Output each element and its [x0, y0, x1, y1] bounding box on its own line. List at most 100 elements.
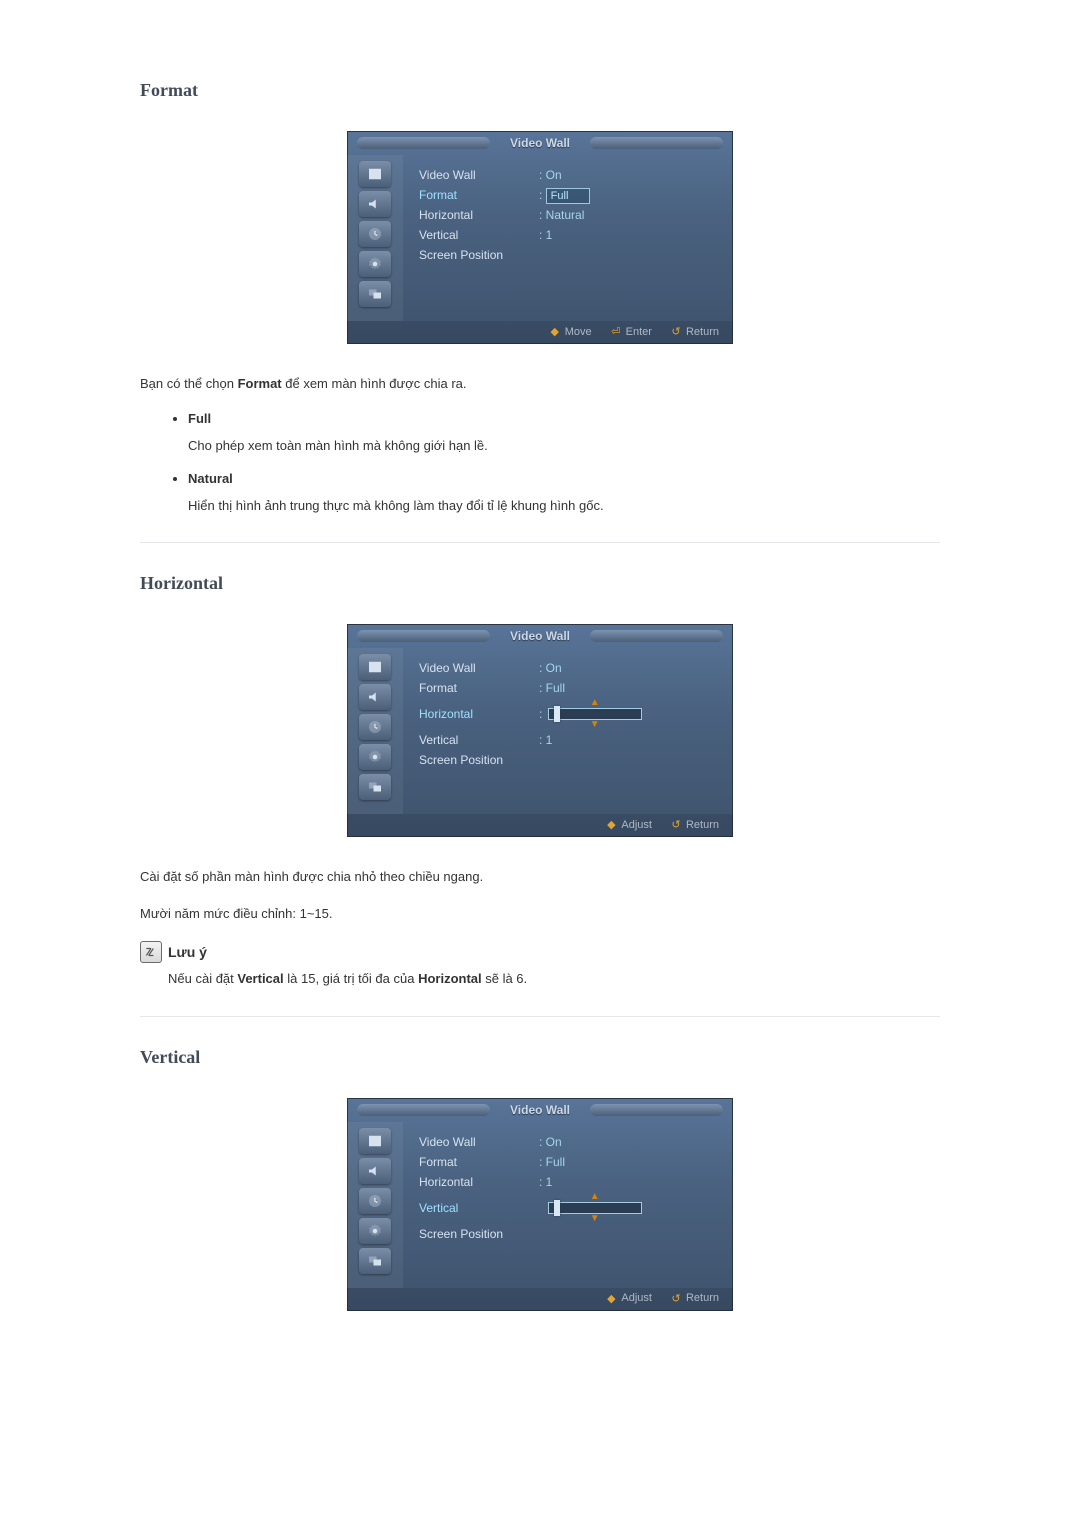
osd-header: Video Wall	[347, 1098, 733, 1122]
sound-icon[interactable]	[359, 684, 391, 710]
osd-label: Video Wall	[419, 658, 539, 678]
option-full-desc: Cho phép xem toàn màn hình mà không giới…	[188, 436, 940, 457]
osd-slider[interactable]	[548, 708, 642, 720]
heading-horizontal: Horizontal	[140, 573, 940, 594]
osd-row-format[interactable]: Format : Full	[419, 185, 717, 205]
osd-row-vertical[interactable]: Vertical : 1	[419, 225, 717, 245]
gear-icon[interactable]	[359, 744, 391, 770]
osd-row-screen-position[interactable]: Screen Position	[419, 750, 717, 770]
horizontal-desc1: Cài đặt số phần màn hình được chia nhỏ t…	[140, 867, 940, 888]
osd-panel-format: Video Wall Video Wall : On	[347, 131, 733, 344]
enter-icon: ⏎	[610, 325, 622, 338]
osd-label: Video Wall	[419, 1132, 539, 1152]
clock-icon[interactable]	[359, 714, 391, 740]
osd-footer: ◆Move ⏎Enter ↺Return	[347, 321, 733, 344]
return-icon: ↺	[670, 325, 682, 338]
osd-label: Video Wall	[419, 165, 539, 185]
horizontal-desc2: Mười năm mức điều chỉnh: 1~15.	[140, 904, 940, 925]
arrow-up-icon: ▲	[590, 1192, 600, 1202]
sound-icon[interactable]	[359, 1158, 391, 1184]
list-item: Full Cho phép xem toàn màn hình mà không…	[188, 411, 940, 457]
osd-row-horizontal[interactable]: Horizontal : ▲ ▼	[419, 698, 717, 730]
return-icon: ↺	[670, 1292, 682, 1305]
heading-vertical: Vertical	[140, 1047, 940, 1068]
osd-row-horizontal[interactable]: Horizontal : Natural	[419, 205, 717, 225]
clock-icon[interactable]	[359, 221, 391, 247]
osd-row-format[interactable]: Format : Full	[419, 678, 717, 698]
osd-header-bar-left	[357, 1104, 490, 1116]
clock-icon[interactable]	[359, 1188, 391, 1214]
move-icon: ◆	[549, 325, 561, 338]
hint-return: ↺Return	[670, 818, 719, 831]
osd-header-bar-left	[357, 137, 490, 149]
note-label: Lưu ý	[168, 944, 207, 960]
osd-footer: ◆Adjust ↺Return	[347, 1288, 733, 1311]
osd-value: : 1	[539, 730, 552, 750]
osd-row-video-wall[interactable]: Video Wall : On	[419, 165, 717, 185]
osd-value: : Full	[539, 185, 590, 205]
return-icon: ↺	[670, 818, 682, 831]
gear-icon[interactable]	[359, 251, 391, 277]
slider-knob[interactable]	[554, 706, 560, 722]
hint-return: ↺Return	[670, 325, 719, 338]
gear-icon[interactable]	[359, 1218, 391, 1244]
osd-label: Format	[419, 678, 539, 698]
osd-row-video-wall[interactable]: Video Wall : On	[419, 658, 717, 678]
osd-value: : On	[539, 165, 562, 185]
osd-sidebar	[347, 648, 403, 814]
osd-row-vertical[interactable]: Vertical : 1	[419, 730, 717, 750]
adjust-icon: ◆	[605, 1292, 617, 1305]
section-horizontal: Horizontal Video Wall Video Wall	[140, 573, 940, 989]
osd-label: Format	[419, 1152, 539, 1172]
multi-icon[interactable]	[359, 774, 391, 800]
arrow-down-icon: ▼	[590, 720, 600, 730]
osd-title: Video Wall	[494, 1103, 586, 1117]
hint-return: ↺Return	[670, 1292, 719, 1305]
osd-value: : On	[539, 1132, 562, 1152]
osd-value: : 1	[539, 225, 552, 245]
osd-label: Vertical	[419, 730, 539, 750]
slider-knob[interactable]	[554, 1200, 560, 1216]
osd-label: Vertical	[419, 225, 539, 245]
osd-row-horizontal[interactable]: Horizontal : 1	[419, 1172, 717, 1192]
format-intro: Bạn có thể chọn Format để xem màn hình đ…	[140, 374, 940, 395]
picture-icon[interactable]	[359, 654, 391, 680]
note-icon	[140, 941, 162, 963]
osd-panel-vertical: Video Wall Video Wall : On	[347, 1098, 733, 1311]
osd-row-format[interactable]: Format : Full	[419, 1152, 717, 1172]
osd-content: Video Wall : On Format : Full Horizontal…	[403, 155, 733, 321]
arrow-up-icon: ▲	[590, 698, 600, 708]
note-header: Lưu ý	[140, 941, 940, 963]
heading-format: Format	[140, 80, 940, 101]
section-format: Format Video Wall Video Wall :	[140, 80, 940, 516]
hint-enter: ⏎Enter	[610, 325, 652, 338]
sound-icon[interactable]	[359, 191, 391, 217]
osd-sidebar	[347, 1122, 403, 1288]
multi-icon[interactable]	[359, 281, 391, 307]
osd-row-vertical[interactable]: Vertical ▲ ▼	[419, 1192, 717, 1224]
osd-header: Video Wall	[347, 624, 733, 648]
osd-label: Horizontal	[419, 704, 539, 724]
osd-row-video-wall[interactable]: Video Wall : On	[419, 1132, 717, 1152]
picture-icon[interactable]	[359, 1128, 391, 1154]
osd-content: Video Wall : On Format : Full Horizontal…	[403, 648, 733, 814]
osd-row-screen-position[interactable]: Screen Position	[419, 245, 717, 265]
osd-value: : On	[539, 658, 562, 678]
picture-icon[interactable]	[359, 161, 391, 187]
osd-title: Video Wall	[494, 629, 586, 643]
multi-icon[interactable]	[359, 1248, 391, 1274]
osd-label: Horizontal	[419, 1172, 539, 1192]
arrow-down-icon: ▼	[590, 1214, 600, 1224]
osd-content: Video Wall : On Format : Full Horizontal…	[403, 1122, 733, 1288]
osd-value: : ▲ ▼	[539, 698, 642, 730]
osd-slider[interactable]	[548, 1202, 642, 1214]
osd-label: Screen Position	[419, 750, 539, 770]
osd-value: : 1	[539, 1172, 552, 1192]
osd-header-bar-right	[590, 1104, 723, 1116]
osd-row-screen-position[interactable]: Screen Position	[419, 1224, 717, 1244]
osd-panel-horizontal: Video Wall Video Wall : On	[347, 624, 733, 837]
osd-label: Horizontal	[419, 205, 539, 225]
osd-title: Video Wall	[494, 136, 586, 150]
divider	[140, 1016, 940, 1017]
divider	[140, 542, 940, 543]
